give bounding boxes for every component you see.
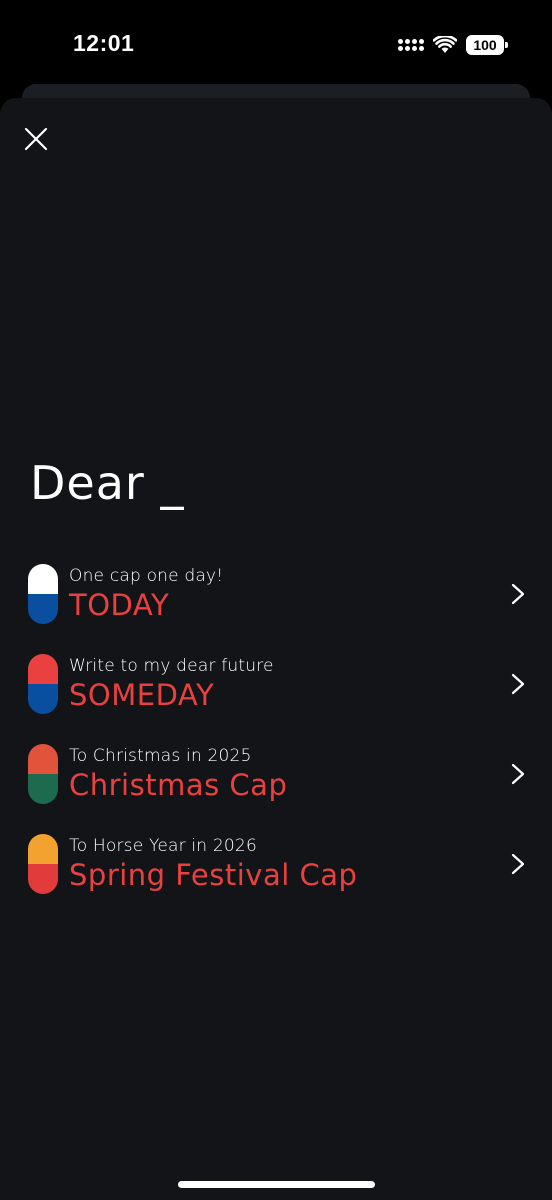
cap-item-christmas[interactable]: To Christmas in 2025 Christmas Cap [0,742,552,832]
cap-item-today[interactable]: One cap one day! TODAY [0,562,552,652]
close-icon[interactable] [22,125,50,153]
pill-bottom [28,864,58,894]
signal-icon [398,39,424,51]
pill-icon [28,654,58,714]
cap-item-someday[interactable]: Write to my dear future SOMEDAY [0,652,552,742]
pill-top [28,654,58,684]
status-bar: 12:01 100 [0,0,552,90]
battery-icon: 100 [466,35,508,55]
page-title: Dear _ [30,456,185,510]
pill-icon [28,564,58,624]
status-time: 12:01 [73,30,135,56]
pill-top [28,564,58,594]
chevron-right-icon [511,763,525,785]
cap-list: One cap one day! TODAY Write to my dear … [0,562,552,922]
cap-subtitle: One cap one day! [69,566,224,586]
cap-subtitle: Write to my dear future [69,656,274,676]
pill-icon [28,834,58,894]
chevron-right-icon [511,853,525,875]
pill-icon [28,744,58,804]
cap-title: Christmas Cap [69,768,288,802]
pill-bottom [28,774,58,804]
chevron-right-icon [511,583,525,605]
pill-bottom [28,594,58,624]
pill-bottom [28,684,58,714]
cap-title: Spring Festival Cap [69,858,358,892]
chevron-right-icon [511,673,525,695]
pill-top [28,744,58,774]
wifi-icon [433,36,457,53]
home-indicator[interactable] [178,1181,375,1188]
cap-title: TODAY [69,588,170,622]
status-icons: 100 [398,33,508,57]
cap-subtitle: To Christmas in 2025 [69,746,252,766]
cap-title: SOMEDAY [69,678,215,712]
cap-subtitle: To Horse Year in 2026 [69,836,257,856]
cap-item-spring-festival[interactable]: To Horse Year in 2026 Spring Festival Ca… [0,832,552,922]
pill-top [28,834,58,864]
